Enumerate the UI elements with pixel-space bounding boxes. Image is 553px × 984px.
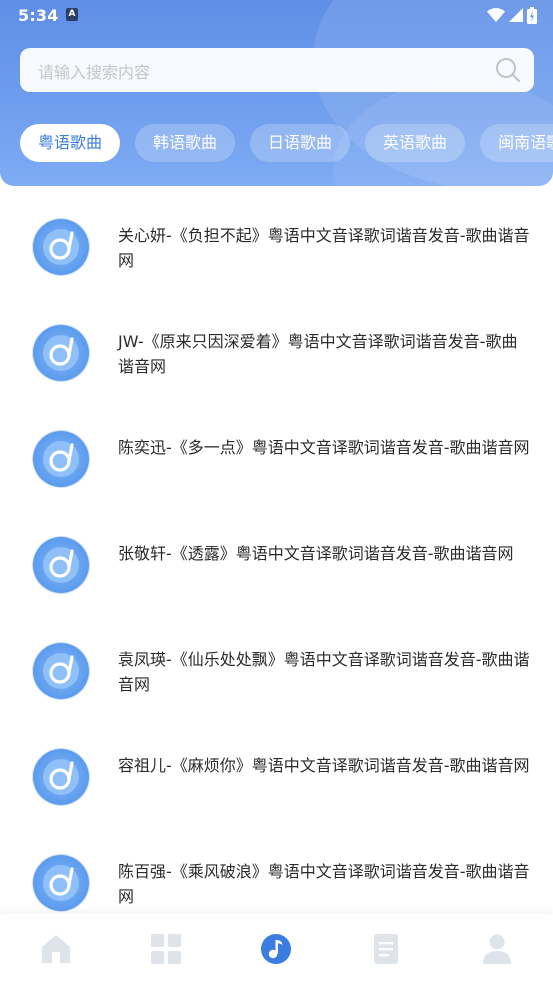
search-input[interactable]: 请输入搜索内容 xyxy=(38,59,150,83)
header-banner: 5:34 A 请输入搜索内容 粤语歌曲韩语歌曲日语歌曲英语歌曲闽南语歌曲 xyxy=(0,0,553,186)
list-item[interactable]: JW-《原来只因深爱着》粤语中文音译歌词谐音发音-歌曲谐音网 xyxy=(0,304,553,410)
song-title: 陈奕迅-《多一点》粤语中文音译歌词谐音发音-歌曲谐音网 xyxy=(118,438,530,457)
user-icon[interactable] xyxy=(480,932,514,966)
search-bar[interactable]: 请输入搜索内容 xyxy=(20,48,534,92)
status-time: 5:34 xyxy=(18,6,59,25)
search-icon[interactable] xyxy=(494,56,522,84)
music-disc-icon xyxy=(33,325,89,381)
song-title: 容祖儿-《麻烦你》粤语中文音译歌词谐音发音-歌曲谐音网 xyxy=(118,756,530,775)
music-note-icon[interactable] xyxy=(259,932,293,966)
list-item[interactable]: 张敬轩-《透露》粤语中文音译歌词谐音发音-歌曲谐音网 xyxy=(0,516,553,622)
song-title: 张敬轩-《透露》粤语中文音译歌词谐音发音-歌曲谐音网 xyxy=(118,544,514,563)
song-title: 袁凤瑛-《仙乐处处飘》粤语中文音译歌词谐音发音-歌曲谐音网 xyxy=(118,650,530,694)
song-title: JW-《原来只因深爱着》粤语中文音译歌词谐音发音-歌曲谐音网 xyxy=(118,332,518,376)
music-disc-icon xyxy=(33,855,89,911)
home-icon[interactable] xyxy=(39,932,73,966)
grid-icon[interactable] xyxy=(149,932,183,966)
notification-icon: A xyxy=(66,8,78,21)
list-item[interactable]: 容祖儿-《麻烦你》粤语中文音译歌词谐音发音-歌曲谐音网 xyxy=(0,728,553,834)
tab-japanese[interactable]: 日语歌曲 xyxy=(250,124,351,162)
bottom-nav-bar xyxy=(0,914,553,984)
list-item[interactable]: 袁凤瑛-《仙乐处处飘》粤语中文音译歌词谐音发音-歌曲谐音网 xyxy=(0,622,553,728)
music-disc-icon xyxy=(33,643,89,699)
song-list: 关心妍-《负担不起》粤语中文音译歌词谐音发音-歌曲谐音网 JW-《原来只因深爱着… xyxy=(0,198,553,940)
document-icon[interactable] xyxy=(369,932,403,966)
status-bar: 5:34 A xyxy=(0,0,553,30)
music-disc-icon xyxy=(33,219,89,275)
tab-korean[interactable]: 韩语歌曲 xyxy=(135,124,236,162)
wifi-icon xyxy=(487,8,505,22)
category-tabs: 粤语歌曲韩语歌曲日语歌曲英语歌曲闽南语歌曲 xyxy=(20,124,553,164)
song-title: 陈百强-《乘风破浪》粤语中文音译歌词谐音发音-歌曲谐音网 xyxy=(118,862,530,906)
tab-cantonese[interactable]: 粤语歌曲 xyxy=(20,124,121,162)
music-disc-icon xyxy=(33,431,89,487)
tab-hokkien[interactable]: 闽南语歌曲 xyxy=(480,124,553,162)
song-title: 关心妍-《负担不起》粤语中文音译歌词谐音发音-歌曲谐音网 xyxy=(118,226,530,270)
status-icons xyxy=(487,6,537,24)
list-item[interactable]: 陈奕迅-《多一点》粤语中文音译歌词谐音发音-歌曲谐音网 xyxy=(0,410,553,516)
music-disc-icon xyxy=(33,749,89,805)
tab-english[interactable]: 英语歌曲 xyxy=(365,124,466,162)
signal-icon xyxy=(509,8,523,22)
battery-icon xyxy=(527,6,537,24)
list-item[interactable]: 关心妍-《负担不起》粤语中文音译歌词谐音发音-歌曲谐音网 xyxy=(0,198,553,304)
music-disc-icon xyxy=(33,537,89,593)
